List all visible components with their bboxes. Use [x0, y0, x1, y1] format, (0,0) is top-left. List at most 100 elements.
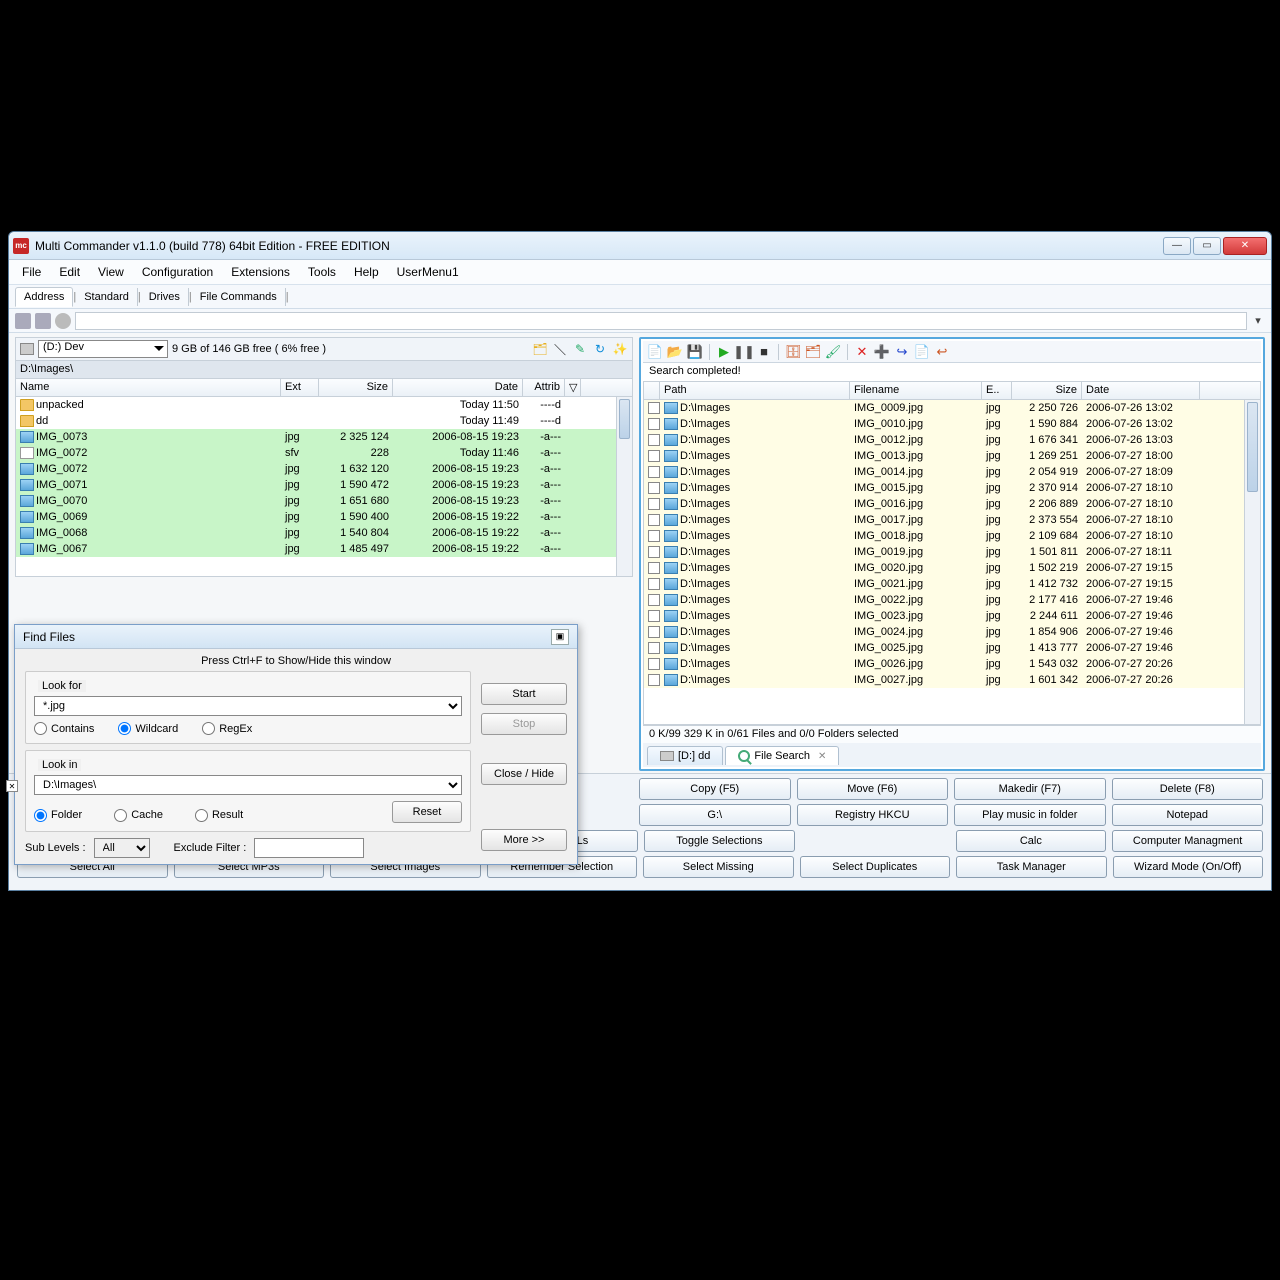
right-col-path[interactable]: Path [660, 382, 850, 399]
row-checkbox[interactable] [648, 418, 660, 430]
cmd-delete--f8-[interactable]: Delete (F8) [1112, 778, 1264, 800]
drive-select[interactable]: (D:) Dev [38, 340, 168, 358]
right-row[interactable]: D:\Images IMG_0020.jpg jpg 1 502 219 200… [644, 560, 1260, 576]
row-checkbox[interactable] [648, 546, 660, 558]
save-icon[interactable]: 💾 [687, 344, 703, 360]
close-button[interactable]: ✕ [1223, 237, 1267, 255]
right-row[interactable]: D:\Images IMG_0010.jpg jpg 1 590 884 200… [644, 416, 1260, 432]
left-row[interactable]: IMG_0069 jpg 1 590 400 2006-08-15 19:22 … [16, 509, 632, 525]
edit-icon[interactable]: ✎ [572, 341, 588, 357]
tooltab-file-commands[interactable]: File Commands [192, 288, 286, 306]
doc-icon[interactable]: 📄 [914, 344, 930, 360]
left-row[interactable]: dd Today 11:49 ----d [16, 413, 632, 429]
row-checkbox[interactable] [648, 610, 660, 622]
left-row[interactable]: IMG_0068 jpg 1 540 804 2006-08-15 19:22 … [16, 525, 632, 541]
cmd-copy--f5-[interactable]: Copy (F5) [639, 778, 791, 800]
nav-back-icon[interactable] [15, 313, 31, 329]
left-row[interactable]: IMG_0072 sfv 228 Today 11:46 -a--- [16, 445, 632, 461]
right-col-date[interactable]: Date [1082, 382, 1200, 399]
panel-close-x[interactable]: ✕ [6, 780, 18, 792]
right-row[interactable]: D:\Images IMG_0023.jpg jpg 2 244 611 200… [644, 608, 1260, 624]
right-row[interactable]: D:\Images IMG_0022.jpg jpg 2 177 416 200… [644, 592, 1260, 608]
cmd-toggle-selections[interactable]: Toggle Selections [644, 830, 795, 852]
right-row[interactable]: D:\Images IMG_0027.jpg jpg 1 601 342 200… [644, 672, 1260, 688]
stop-button[interactable]: Stop [481, 713, 567, 735]
row-checkbox[interactable] [648, 466, 660, 478]
redo-icon[interactable]: ↩ [934, 344, 950, 360]
left-col-date[interactable]: Date [393, 379, 523, 396]
row-checkbox[interactable] [648, 594, 660, 606]
left-col-attrib[interactable]: Attrib [523, 379, 565, 396]
pause-icon[interactable]: ❚❚ [736, 344, 752, 360]
sublevels-select[interactable]: All [94, 838, 150, 858]
look-for-input[interactable]: *.jpg [34, 696, 462, 716]
cmd-calc[interactable]: Calc [956, 830, 1107, 852]
delete-x-icon[interactable]: ✕ [854, 344, 870, 360]
address-input[interactable] [75, 312, 1247, 330]
nav-fwd-icon[interactable] [35, 313, 51, 329]
minimize-button[interactable]: — [1163, 237, 1191, 255]
right-row[interactable]: D:\Images IMG_0012.jpg jpg 1 676 341 200… [644, 432, 1260, 448]
scope-folder[interactable]: Folder [34, 809, 82, 822]
menu-help[interactable]: Help [345, 262, 388, 282]
cmd-select-duplicates[interactable]: Select Duplicates [800, 856, 951, 878]
nav-go-icon[interactable] [55, 313, 71, 329]
match-regex[interactable]: RegEx [202, 722, 252, 735]
left-row[interactable]: unpacked Today 11:50 ----d [16, 397, 632, 413]
left-row[interactable]: IMG_0073 jpg 2 325 124 2006-08-15 19:23 … [16, 429, 632, 445]
exclude-input[interactable] [254, 838, 364, 858]
row-checkbox[interactable] [648, 402, 660, 414]
left-path[interactable]: D:\Images\ [15, 361, 633, 379]
look-in-input[interactable]: D:\Images\ [34, 775, 462, 795]
left-row[interactable]: IMG_0071 jpg 1 590 472 2006-08-15 19:23 … [16, 477, 632, 493]
row-checkbox[interactable] [648, 562, 660, 574]
match-wildcard[interactable]: Wildcard [118, 722, 178, 735]
row-checkbox[interactable] [648, 578, 660, 590]
copy-icon[interactable]: ➕ [874, 344, 890, 360]
tooltab-drives[interactable]: Drives [141, 288, 189, 306]
right-col-size[interactable]: Size [1012, 382, 1082, 399]
start-button[interactable]: Start [481, 683, 567, 705]
close-hide-button[interactable]: Close / Hide [481, 763, 567, 785]
right-row[interactable]: D:\Images IMG_0015.jpg jpg 2 370 914 200… [644, 480, 1260, 496]
match-contains[interactable]: Contains [34, 722, 94, 735]
row-checkbox[interactable] [648, 450, 660, 462]
row-checkbox[interactable] [648, 530, 660, 542]
menu-edit[interactable]: Edit [50, 262, 89, 282]
menu-file[interactable]: File [13, 262, 50, 282]
left-col-ext[interactable]: Ext [281, 379, 319, 396]
open-icon[interactable]: 📂 [667, 344, 683, 360]
right-row[interactable]: D:\Images IMG_0017.jpg jpg 2 373 554 200… [644, 512, 1260, 528]
right-row[interactable]: D:\Images IMG_0025.jpg jpg 1 413 777 200… [644, 640, 1260, 656]
right-row[interactable]: D:\Images IMG_0024.jpg jpg 1 854 906 200… [644, 624, 1260, 640]
row-checkbox[interactable] [648, 498, 660, 510]
menu-view[interactable]: View [89, 262, 133, 282]
left-scrollbar[interactable] [616, 397, 632, 576]
right-col-e[interactable]: E.. [982, 382, 1012, 399]
right-row[interactable]: D:\Images IMG_0009.jpg jpg 2 250 726 200… [644, 400, 1260, 416]
filter-icon[interactable]: ＼ [552, 341, 568, 357]
cmd-computer-managment[interactable]: Computer Managment [1112, 830, 1263, 852]
favorites-icon[interactable]: 🗂 [532, 341, 548, 357]
menu-usermenu1[interactable]: UserMenu1 [388, 262, 468, 282]
find-collapse-icon[interactable]: ▣ [551, 629, 569, 645]
cmd-wizard-mode--on-off-[interactable]: Wizard Mode (On/Off) [1113, 856, 1264, 878]
brush-icon[interactable]: 🖌 [825, 344, 841, 360]
row-checkbox[interactable] [648, 658, 660, 670]
new-file-icon[interactable]: 📄 [647, 344, 663, 360]
stop-icon[interactable]: ■ [756, 344, 772, 360]
more-button[interactable]: More >> [481, 829, 567, 851]
play-icon[interactable]: ▶ [716, 344, 732, 360]
left-row[interactable]: IMG_0070 jpg 1 651 680 2006-08-15 19:23 … [16, 493, 632, 509]
address-dropdown-icon[interactable]: ▾ [1251, 314, 1265, 327]
right-scrollbar[interactable] [1244, 400, 1260, 724]
right-row[interactable]: D:\Images IMG_0016.jpg jpg 2 206 889 200… [644, 496, 1260, 512]
menu-tools[interactable]: Tools [299, 262, 345, 282]
menu-extensions[interactable]: Extensions [222, 262, 299, 282]
view2-icon[interactable]: 🗂 [805, 344, 821, 360]
tab--d---dd[interactable]: [D:] dd [647, 746, 723, 765]
row-checkbox[interactable] [648, 642, 660, 654]
reset-button[interactable]: Reset [392, 801, 462, 823]
row-checkbox[interactable] [648, 434, 660, 446]
cmd-move--f6-[interactable]: Move (F6) [797, 778, 949, 800]
